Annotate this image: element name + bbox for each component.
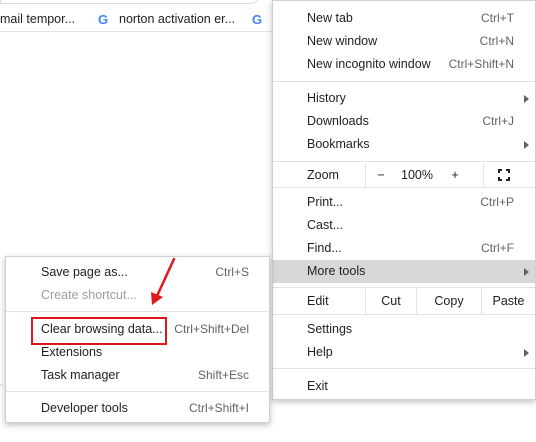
shortcut-text: Shift+Esc <box>197 368 249 382</box>
menu-item-label: Extensions <box>41 345 103 359</box>
menu-item-find[interactable]: Find... Ctrl+F <box>273 237 535 260</box>
menu-item-label: Task manager <box>41 368 120 382</box>
submenu-arrow-icon <box>524 141 529 149</box>
menu-item-history[interactable]: History <box>273 87 535 110</box>
page-edge-line <box>0 384 5 386</box>
menu-item-label: Save page as... <box>41 265 128 279</box>
menu-item-label: Create shortcut... <box>41 288 137 302</box>
submenu-item-save-page[interactable]: Save page as... Ctrl+S <box>6 261 269 284</box>
menu-divider <box>273 314 535 315</box>
menu-item-label: Clear browsing data... <box>41 322 163 336</box>
shortcut-text: Ctrl+S <box>215 265 249 279</box>
shortcut-text: Ctrl+Shift+N <box>448 57 514 71</box>
menu-item-label: New window <box>307 34 378 48</box>
zoom-divider <box>365 163 366 187</box>
menu-item-label: Help <box>307 345 333 359</box>
submenu-item-developer-tools[interactable]: Developer tools Ctrl+Shift+I <box>6 397 269 420</box>
red-arrow-annotation-icon <box>151 257 176 305</box>
menu-item-cast[interactable]: Cast... <box>273 214 535 237</box>
submenu-item-clear-browsing-data[interactable]: Clear browsing data... Ctrl+Shift+Del <box>6 318 269 341</box>
menu-item-new-incognito-window[interactable]: New incognito window Ctrl+Shift+N <box>273 53 535 76</box>
shortcut-text: Ctrl+Shift+Del <box>174 322 249 336</box>
submenu-item-create-shortcut: Create shortcut... <box>6 284 269 307</box>
menu-item-new-window[interactable]: New window Ctrl+N <box>273 30 535 53</box>
shortcut-text: Ctrl+Shift+I <box>188 401 249 415</box>
edit-control-row: Edit Cut Copy Paste <box>273 289 535 314</box>
copy-button[interactable]: Copy <box>417 289 481 314</box>
menu-item-label: New tab <box>307 11 353 25</box>
shortcut-text: Ctrl+N <box>479 34 514 48</box>
cut-button[interactable]: Cut <box>366 289 416 314</box>
menu-item-more-tools[interactable]: More tools <box>273 260 535 283</box>
menu-item-label: New incognito window <box>307 57 431 71</box>
menu-item-label: Find... <box>307 241 342 255</box>
menu-divider <box>6 391 269 392</box>
menu-divider <box>273 368 535 369</box>
submenu-item-task-manager[interactable]: Task manager Shift+Esc <box>6 364 269 387</box>
google-g-icon[interactable]: G <box>250 13 264 27</box>
shortcut-text: Ctrl+J <box>482 114 514 128</box>
menu-item-label: Downloads <box>307 114 369 128</box>
menu-item-settings[interactable]: Settings <box>273 318 535 341</box>
menu-item-print[interactable]: Print... Ctrl+P <box>273 191 535 214</box>
submenu-arrow-icon <box>524 268 529 276</box>
menu-divider <box>6 311 269 312</box>
menu-divider <box>273 161 535 162</box>
submenu-item-extensions[interactable]: Extensions <box>6 341 269 364</box>
shortcut-text: Ctrl+T <box>481 11 514 25</box>
google-g-icon: G <box>97 12 109 27</box>
menu-item-label: Print... <box>307 195 344 209</box>
zoom-control-row: Zoom − 100% + <box>273 163 535 187</box>
menu-item-downloads[interactable]: Downloads Ctrl+J <box>273 110 535 133</box>
menu-item-label: Developer tools <box>41 401 128 415</box>
more-tools-submenu: Save page as... Ctrl+S Create shortcut..… <box>5 256 270 423</box>
menu-item-exit[interactable]: Exit <box>273 375 535 398</box>
submenu-arrow-icon <box>524 349 529 357</box>
zoom-out-button[interactable]: − <box>369 163 393 187</box>
menu-item-label: History <box>307 91 346 105</box>
zoom-label: Zoom <box>307 168 339 182</box>
shortcut-text: Ctrl+F <box>481 241 514 255</box>
zoom-divider <box>483 163 484 187</box>
menu-item-bookmarks[interactable]: Bookmarks <box>273 133 535 156</box>
menu-divider <box>273 287 535 288</box>
paste-button[interactable]: Paste <box>482 289 535 314</box>
menu-divider <box>273 81 535 82</box>
menu-item-label: Exit <box>307 379 328 393</box>
zoom-level-value: 100% <box>401 168 433 182</box>
menu-item-new-tab[interactable]: New tab Ctrl+T <box>273 7 535 30</box>
menu-item-label: Cast... <box>307 218 344 232</box>
bookmark-norton-activation[interactable]: norton activation er... <box>119 12 235 26</box>
zoom-in-button[interactable]: + <box>443 163 467 187</box>
submenu-arrow-icon <box>524 95 529 103</box>
edit-label: Edit <box>307 294 329 308</box>
menu-divider <box>273 187 535 188</box>
shortcut-text: Ctrl+P <box>480 195 514 209</box>
menu-item-label: More tools <box>307 264 366 278</box>
menu-item-label: Settings <box>307 322 353 336</box>
chrome-main-menu: New tab Ctrl+T New window Ctrl+N New inc… <box>272 0 536 400</box>
menu-item-label: Bookmarks <box>307 137 370 151</box>
menu-item-help[interactable]: Help <box>273 341 535 364</box>
bookmark-mail-temp[interactable]: mail tempor... <box>0 12 75 26</box>
fullscreen-icon[interactable] <box>498 169 510 181</box>
